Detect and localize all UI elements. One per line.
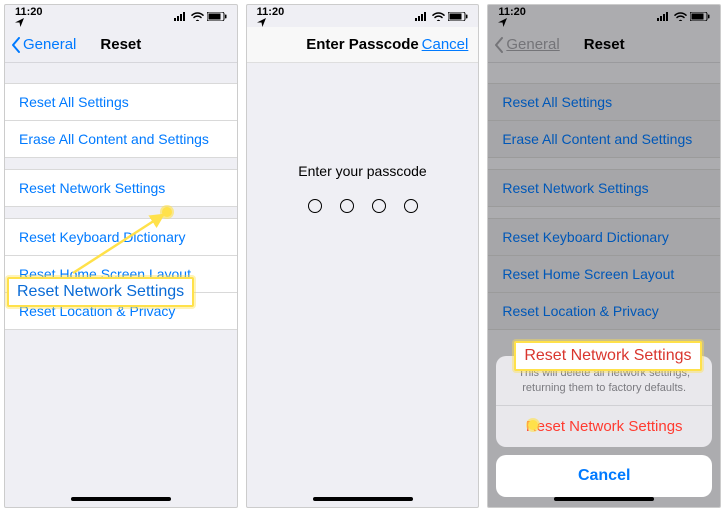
reset-options-group-2: Reset Network Settings — [5, 169, 237, 206]
chevron-left-icon — [11, 37, 21, 53]
status-right — [174, 12, 227, 21]
status-bar: 11:20 — [247, 5, 479, 27]
status-time: 11:20 — [257, 6, 285, 27]
screen-reset-list: 11:20 General Reset Reset All Settings E… — [4, 4, 238, 508]
screen-enter-passcode: 11:20 Enter Passcode Cancel Enter your p… — [246, 4, 480, 508]
passcode-dot — [340, 199, 354, 213]
passcode-dot — [308, 199, 322, 213]
status-time: 11:20 — [15, 6, 43, 27]
row-erase-all-content[interactable]: Erase All Content and Settings — [5, 120, 237, 158]
location-icon — [15, 18, 43, 27]
battery-icon — [448, 12, 468, 21]
sheet-cancel-button[interactable]: Cancel — [496, 455, 712, 497]
signal-icon — [174, 12, 188, 21]
passcode-dot — [404, 199, 418, 213]
row-reset-all-settings[interactable]: Reset All Settings — [5, 83, 237, 121]
callout-reset-network: Reset Network Settings — [514, 341, 701, 371]
home-indicator[interactable] — [313, 497, 413, 501]
wifi-icon — [432, 12, 445, 21]
battery-icon — [207, 12, 227, 21]
passcode-dots[interactable] — [308, 199, 418, 213]
reset-options-group-3: Reset Keyboard Dictionary Reset Home Scr… — [5, 218, 237, 329]
back-button[interactable]: General — [11, 27, 76, 62]
wifi-icon — [191, 12, 204, 21]
back-label: General — [23, 36, 76, 53]
signal-icon — [415, 12, 429, 21]
action-sheet: This will delete all network settings, r… — [496, 356, 712, 497]
reset-options-group-1: Reset All Settings Erase All Content and… — [5, 83, 237, 157]
passcode-area: Enter your passcode — [247, 63, 479, 507]
nav-title: Enter Passcode — [306, 36, 419, 53]
status-bar: 11:20 — [5, 5, 237, 27]
screen-confirm-sheet: 11:20 General Reset Reset All Settings E… — [487, 4, 721, 508]
callout-reset-network: Reset Network Settings — [7, 277, 194, 307]
nav-bar: General Reset — [5, 27, 237, 63]
location-icon — [257, 18, 285, 27]
status-right — [415, 12, 468, 21]
home-indicator[interactable] — [71, 497, 171, 501]
nav-bar: Enter Passcode Cancel — [247, 27, 479, 63]
cancel-button[interactable]: Cancel — [422, 27, 469, 62]
row-reset-keyboard-dictionary[interactable]: Reset Keyboard Dictionary — [5, 218, 237, 256]
highlight-dot — [162, 207, 172, 217]
passcode-dot — [372, 199, 386, 213]
sheet-action-reset-network[interactable]: Reset Network Settings — [496, 406, 712, 447]
nav-title: Reset — [100, 36, 141, 53]
passcode-prompt: Enter your passcode — [298, 163, 426, 179]
row-reset-network-settings[interactable]: Reset Network Settings — [5, 169, 237, 207]
sheet-action-label: Reset Network Settings — [526, 418, 683, 435]
